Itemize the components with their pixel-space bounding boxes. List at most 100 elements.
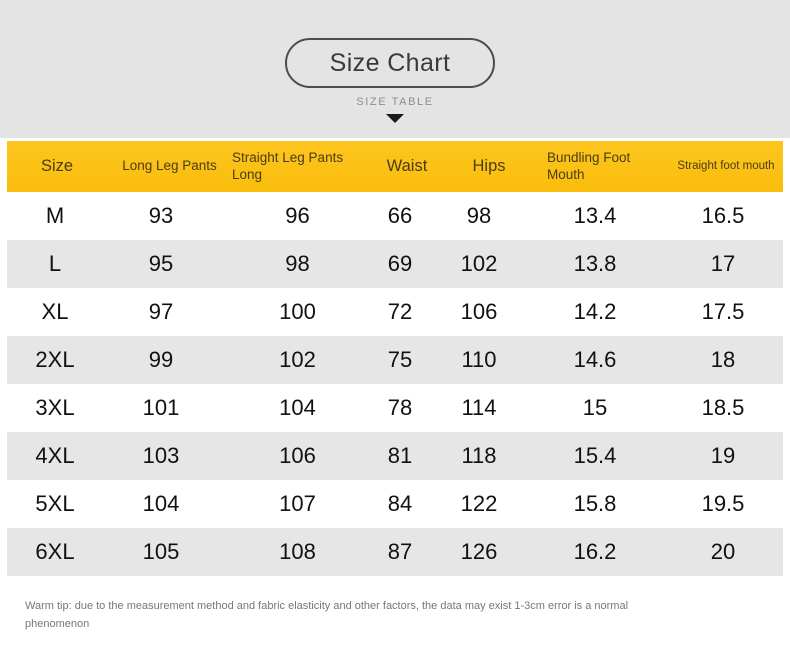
cell-bundling-foot-mouth-value: 15.4 [573, 443, 617, 468]
cell-straight-leg-pants-long: 102 [219, 336, 376, 384]
cell-size: XL [7, 288, 103, 336]
cell-size: 4XL [7, 432, 103, 480]
cell-size: 2XL [7, 336, 103, 384]
cell-size-value: 6XL [35, 539, 75, 564]
cell-bundling-foot-mouth-value: 13.8 [573, 251, 617, 276]
caret-down-icon [386, 114, 404, 123]
table-row: 3XL 101 104 78 114 15 18.5 [7, 384, 783, 432]
cell-straight-foot-mouth: 19 [656, 432, 790, 480]
cell-long-leg-pants: 95 [103, 240, 219, 288]
cell-waist-value: 72 [387, 299, 413, 324]
cell-bundling-foot-mouth: 15 [534, 384, 656, 432]
cell-size-value: 2XL [35, 347, 75, 372]
cell-long-leg-pants: 99 [103, 336, 219, 384]
cell-waist-value: 78 [387, 395, 413, 420]
column-header-straight-foot-mouth: Straight foot mouth [662, 141, 790, 192]
cell-straight-leg-pants-long: 108 [219, 528, 376, 576]
column-header-straight-leg-pants-long: Straight Leg Pants Long [232, 141, 372, 192]
table-row: 2XL 99 102 75 110 14.6 18 [7, 336, 783, 384]
table-row: 5XL 104 107 84 122 15.8 19.5 [7, 480, 783, 528]
column-header-long-leg-pants: Long Leg Pants [107, 141, 232, 192]
column-header-bundling-foot-mouth: Bundling Foot Mouth [547, 141, 662, 192]
cell-bundling-foot-mouth: 13.8 [534, 240, 656, 288]
cell-straight-leg-pants-long-value: 107 [279, 491, 316, 516]
cell-waist-value: 87 [387, 539, 413, 564]
cell-waist: 84 [376, 480, 424, 528]
cell-hips-value: 126 [460, 539, 498, 564]
cell-hips-value: 110 [461, 347, 497, 372]
cell-hips: 98 [424, 192, 534, 240]
page-title: Size Chart [329, 48, 451, 77]
cell-waist: 87 [376, 528, 424, 576]
cell-size-value: 4XL [35, 443, 75, 468]
cell-long-leg-pants-value: 99 [148, 347, 174, 372]
cell-bundling-foot-mouth-value: 15 [582, 395, 608, 420]
cell-straight-leg-pants-long-value: 106 [279, 443, 316, 468]
cell-straight-leg-pants-long-value: 108 [279, 539, 316, 564]
cell-size: 3XL [7, 384, 103, 432]
cell-straight-leg-pants-long: 96 [219, 192, 376, 240]
cell-waist: 78 [376, 384, 424, 432]
cell-size-value: M [45, 203, 65, 228]
cell-size: 5XL [7, 480, 103, 528]
column-header-size-label: Size [40, 157, 74, 176]
cell-waist: 75 [376, 336, 424, 384]
table-row: XL 97 100 72 106 14.2 17.5 [7, 288, 783, 336]
cell-straight-foot-mouth-value: 18.5 [701, 395, 745, 420]
cell-waist-value: 75 [387, 347, 413, 372]
cell-long-leg-pants: 101 [103, 384, 219, 432]
cell-waist: 69 [376, 240, 424, 288]
cell-bundling-foot-mouth: 15.4 [534, 432, 656, 480]
table-row: 6XL 105 108 87 126 16.2 20 [7, 528, 783, 576]
cell-long-leg-pants-value: 103 [142, 443, 180, 468]
cell-bundling-foot-mouth-value: 16.2 [573, 539, 617, 564]
cell-long-leg-pants: 97 [103, 288, 219, 336]
cell-straight-leg-pants-long-value: 100 [279, 299, 316, 324]
cell-bundling-foot-mouth-value: 14.6 [573, 347, 617, 372]
cell-hips: 126 [424, 528, 534, 576]
cell-straight-foot-mouth: 20 [656, 528, 790, 576]
column-header-size: Size [7, 141, 107, 192]
cell-straight-leg-pants-long: 107 [219, 480, 376, 528]
cell-hips: 106 [424, 288, 534, 336]
column-header-waist-label: Waist [386, 157, 428, 176]
cell-hips-value: 102 [460, 251, 498, 276]
cell-straight-foot-mouth: 18.5 [656, 384, 790, 432]
cell-long-leg-pants-value: 104 [142, 491, 180, 516]
cell-straight-foot-mouth: 18 [656, 336, 790, 384]
cell-straight-leg-pants-long: 104 [219, 384, 376, 432]
cell-bundling-foot-mouth-value: 14.2 [573, 299, 617, 324]
cell-long-leg-pants: 103 [103, 432, 219, 480]
cell-straight-leg-pants-long-value: 102 [279, 347, 316, 372]
table-row: L 95 98 69 102 13.8 17 [7, 240, 783, 288]
measurement-warning-text: Warm tip: due to the measurement method … [25, 600, 629, 630]
cell-size-value: XL [41, 299, 69, 324]
cell-hips-value: 122 [460, 491, 498, 516]
cell-long-leg-pants-value: 97 [148, 299, 174, 324]
cell-long-leg-pants-value: 95 [148, 251, 174, 276]
column-header-long-leg-pants-label: Long Leg Pants [122, 158, 217, 174]
cell-bundling-foot-mouth-value: 15.8 [573, 491, 617, 516]
cell-long-leg-pants-value: 93 [148, 203, 174, 228]
cell-waist-value: 84 [387, 491, 413, 516]
cell-size-value: 5XL [35, 491, 75, 516]
cell-hips: 118 [424, 432, 534, 480]
cell-straight-leg-pants-long-value: 104 [279, 395, 316, 420]
cell-long-leg-pants: 104 [103, 480, 219, 528]
size-chart-banner: Size Chart SIZE TABLE [0, 0, 790, 138]
table-header-row: Size Long Leg Pants Straight Leg Pants L… [7, 141, 783, 192]
cell-hips: 102 [424, 240, 534, 288]
cell-bundling-foot-mouth: 13.4 [534, 192, 656, 240]
column-header-hips: Hips [444, 141, 534, 192]
cell-hips-value: 106 [460, 299, 498, 324]
cell-size: 6XL [7, 528, 103, 576]
cell-straight-foot-mouth: 17 [656, 240, 790, 288]
cell-hips-value: 114 [461, 395, 497, 420]
size-table-subtitle: SIZE TABLE [356, 96, 434, 108]
size-chart-title-pill: Size Chart [285, 38, 495, 88]
cell-bundling-foot-mouth: 14.6 [534, 336, 656, 384]
cell-size-value: 3XL [35, 395, 75, 420]
cell-bundling-foot-mouth: 14.2 [534, 288, 656, 336]
column-header-straight-leg-pants-long-label: Straight Leg Pants Long [232, 149, 344, 182]
cell-hips: 114 [424, 384, 534, 432]
